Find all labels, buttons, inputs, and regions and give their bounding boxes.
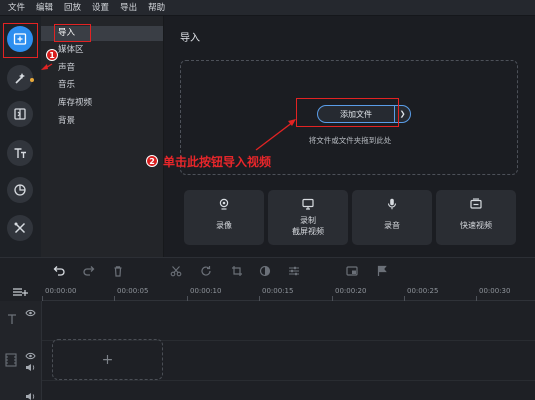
delete-button[interactable]	[111, 264, 125, 278]
undo-icon	[53, 266, 65, 276]
color-adjust-icon	[259, 265, 271, 277]
sidebar-item-backgrounds[interactable]: 背景	[41, 114, 163, 129]
text-track[interactable]	[42, 301, 535, 341]
flag-icon	[377, 265, 387, 276]
split-button[interactable]	[169, 264, 183, 278]
crop-button[interactable]	[230, 264, 244, 278]
app-window: 文件 编辑 回放 设置 导出 帮助 导入 媒体区 声音 音乐 库存视频 背景 导…	[0, 0, 535, 400]
tick-label: 00:00:20	[335, 287, 367, 295]
track-headers	[0, 301, 42, 400]
crop-icon	[232, 266, 242, 276]
tick-label: 00:00:05	[117, 287, 149, 295]
tick-label: 00:00:10	[190, 287, 222, 295]
timeline-toolbar	[42, 258, 535, 284]
import-category-panel: 导入 媒体区 声音 音乐 库存视频 背景	[41, 16, 164, 257]
undo-button[interactable]	[52, 264, 66, 278]
stickers-icon	[14, 184, 26, 196]
magic-wand-icon	[15, 73, 25, 84]
screen-record-icon	[302, 198, 314, 210]
drop-hint: 将文件或文件夹拖到此处	[308, 136, 392, 145]
card-label: 录像	[216, 221, 232, 230]
speaker-icon[interactable]	[25, 363, 36, 372]
webcam-icon	[219, 198, 229, 210]
step-badge-2: 2	[146, 155, 158, 167]
tick-label: 00:00:25	[407, 287, 439, 295]
microphone-icon	[387, 198, 397, 210]
annotation-highlight-sidebar	[54, 24, 91, 42]
sidebar-item-music[interactable]: 音乐	[41, 78, 163, 93]
tick-label: 00:00:00	[45, 287, 77, 295]
annotation-highlight-import	[3, 23, 38, 58]
more-tools-button[interactable]	[7, 215, 33, 241]
effects-tool-button[interactable]	[7, 65, 33, 91]
add-track-button[interactable]	[12, 286, 30, 298]
trash-icon	[114, 266, 122, 277]
timeline-ruler[interactable]: 00:00:00 00:00:05 00:00:10 00:00:15 00:0…	[42, 285, 535, 301]
marker-button[interactable]	[375, 264, 389, 278]
sidebar-item-media[interactable]: 媒体区	[41, 43, 163, 58]
menu-edit[interactable]: 编辑	[36, 0, 53, 16]
stickers-tool-button[interactable]	[7, 177, 33, 203]
menu-settings[interactable]: 设置	[92, 0, 109, 16]
eye-icon[interactable]	[25, 309, 36, 317]
sidebar-item-stock-video[interactable]: 库存视频	[41, 96, 163, 111]
titles-tool-button[interactable]	[7, 140, 33, 166]
eye-icon[interactable]	[25, 352, 36, 360]
clip-properties-button[interactable]	[287, 264, 301, 278]
quick-video-card[interactable]: 快速视频	[436, 190, 516, 245]
tools-icon	[14, 222, 26, 234]
capture-cards: 录像 录制截屏视频 录音 快速视频	[184, 190, 516, 245]
record-screen-card[interactable]: 录制 截屏视频	[268, 190, 348, 245]
menu-file[interactable]: 文件	[8, 0, 25, 16]
import-content: 导入 添加文件 ❯ 将文件或文件夹拖到此处 录像 录制 截屏视频 录音 快速视频	[164, 16, 535, 257]
quick-video-icon	[470, 198, 482, 209]
rotate-button[interactable]	[199, 264, 213, 278]
plus-icon: +	[101, 351, 114, 368]
tick-label: 00:00:15	[262, 287, 294, 295]
menu-help[interactable]: 帮助	[148, 0, 165, 16]
card-label-line1: 录制	[300, 216, 316, 225]
notification-dot	[30, 78, 34, 82]
transitions-tool-button[interactable]	[7, 101, 33, 127]
redo-button[interactable]	[82, 264, 96, 278]
sidebar-item-sound[interactable]: 声音	[41, 61, 163, 76]
titles-icon	[14, 148, 26, 158]
scissors-icon	[170, 266, 182, 277]
picture-in-picture-icon	[346, 266, 358, 276]
add-track-icon	[13, 288, 28, 296]
annotation-highlight-add-file	[296, 98, 399, 127]
speaker-icon[interactable]	[25, 392, 36, 400]
text-track-icon	[8, 314, 16, 324]
card-label: 录音	[384, 221, 400, 230]
redo-icon	[83, 266, 95, 276]
page-title: 导入	[180, 33, 200, 44]
tick-label: 00:00:30	[479, 287, 511, 295]
add-clip-dropzone[interactable]: +	[52, 339, 163, 380]
annotation-instruction: 单击此按钮导入视频	[163, 155, 272, 169]
record-audio-card[interactable]: 录音	[352, 190, 432, 245]
color-adjust-button[interactable]	[258, 264, 272, 278]
menu-export[interactable]: 导出	[120, 0, 137, 16]
record-video-card[interactable]: 录像	[184, 190, 264, 245]
menu-bar: 文件 编辑 回放 设置 导出 帮助	[0, 0, 535, 16]
rotate-icon	[201, 266, 211, 276]
card-label: 快速视频	[460, 221, 492, 230]
card-label: 录制 截屏视频	[268, 215, 348, 237]
card-label-line2: 截屏视频	[292, 227, 324, 236]
pip-button[interactable]	[345, 264, 359, 278]
sliders-icon	[289, 266, 299, 276]
video-track-icon	[5, 353, 17, 367]
menu-playback[interactable]: 回放	[64, 0, 81, 16]
step-badge-1: 1	[46, 49, 58, 61]
transition-icon	[14, 108, 26, 120]
